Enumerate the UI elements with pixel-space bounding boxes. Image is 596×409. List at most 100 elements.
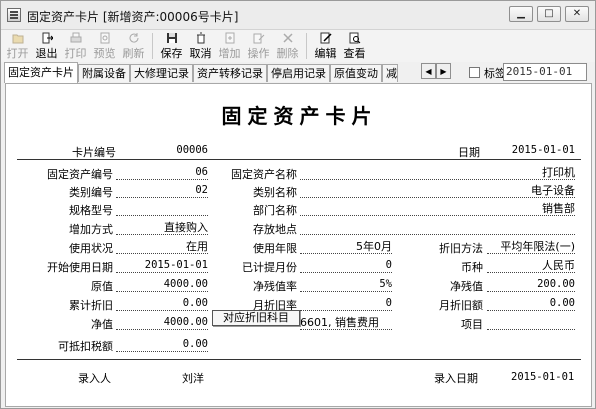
currency-label: 币种 bbox=[461, 261, 483, 274]
toolbar-separator bbox=[306, 33, 307, 59]
category-code-field[interactable]: 02 bbox=[116, 184, 208, 198]
tab-scroll-right-button[interactable]: ▶ bbox=[436, 63, 451, 79]
tab-value-change[interactable]: 原值变动 bbox=[330, 64, 382, 82]
dep-subject-field[interactable]: 6601, 销售费用 bbox=[300, 316, 392, 330]
operate-button[interactable]: 操作 bbox=[244, 30, 273, 62]
tab-row: 固定资产卡片 附属设备 大修理记录 资产转移记录 停启用记录 原值变动 减 ◀ … bbox=[1, 62, 595, 83]
tab-accessory[interactable]: 附属设备 bbox=[78, 64, 130, 82]
project-field[interactable] bbox=[487, 316, 575, 330]
currency-field[interactable]: 人民币 bbox=[487, 259, 575, 273]
exit-icon bbox=[41, 32, 53, 44]
spec-label: 规格型号 bbox=[69, 204, 113, 217]
add-method-label: 增加方式 bbox=[69, 223, 113, 236]
save-icon bbox=[166, 32, 178, 44]
print-button[interactable]: 打印 bbox=[61, 30, 90, 62]
tag-checkbox[interactable] bbox=[469, 67, 480, 78]
delete-button[interactable]: 删除 bbox=[273, 30, 302, 62]
salvage-label: 净残值 bbox=[450, 280, 483, 293]
category-name-field[interactable]: 电子设备 bbox=[300, 184, 575, 198]
cancel-icon bbox=[195, 32, 207, 44]
asset-name-field[interactable]: 打印机 bbox=[300, 166, 575, 180]
refresh-button[interactable]: 刷新 bbox=[119, 30, 148, 62]
entered-by-label: 录入人 bbox=[78, 372, 111, 385]
toolbar-separator bbox=[152, 33, 153, 59]
card-no-value: 00006 bbox=[176, 144, 208, 156]
window-controls: ▁ □ ✕ bbox=[509, 6, 589, 22]
open-button[interactable]: 打开 bbox=[3, 30, 32, 62]
dep-subject-tooltip: 对应折旧科目 bbox=[212, 310, 300, 326]
add-method-field[interactable]: 直接购入 bbox=[116, 221, 208, 235]
spec-field[interactable] bbox=[116, 202, 208, 216]
card-no-label: 卡片编号 bbox=[72, 146, 116, 159]
tag-label: 标签 bbox=[469, 65, 506, 81]
preview-button[interactable]: 预览 bbox=[90, 30, 119, 62]
location-field[interactable] bbox=[300, 221, 575, 235]
edit-button[interactable]: 编辑 bbox=[311, 30, 340, 62]
maximize-button[interactable]: □ bbox=[537, 6, 561, 22]
asset-card: 固定资产卡片 卡片编号 00006 日期 2015-01-01 固定资产编号 类… bbox=[5, 83, 592, 407]
exit-button[interactable]: 退出 bbox=[32, 30, 61, 62]
tab-transfer[interactable]: 资产转移记录 bbox=[193, 64, 267, 82]
monthly-rate-field[interactable]: 0 bbox=[300, 297, 392, 311]
dep-method-field[interactable]: 平均年限法(一) bbox=[487, 240, 575, 254]
tax-label: 可抵扣税额 bbox=[58, 340, 113, 353]
entry-date-label: 录入日期 bbox=[434, 372, 478, 385]
status-field[interactable]: 在用 bbox=[116, 240, 208, 254]
close-icon: ✕ bbox=[572, 8, 582, 19]
minimize-button[interactable]: ▁ bbox=[509, 6, 533, 22]
dept-field[interactable]: 销售部 bbox=[300, 202, 575, 216]
footer-divider bbox=[17, 359, 581, 360]
project-label: 项目 bbox=[461, 318, 483, 331]
entry-date-value: 2015-01-01 bbox=[511, 371, 575, 383]
asset-name-label: 固定资产名称 bbox=[231, 168, 297, 181]
start-date-label: 开始使用日期 bbox=[47, 261, 113, 274]
months-label: 已计提月份 bbox=[242, 261, 297, 274]
asset-code-label: 固定资产编号 bbox=[47, 168, 113, 181]
months-field[interactable]: 0 bbox=[300, 259, 392, 273]
net-field[interactable]: 4000.00 bbox=[116, 316, 208, 330]
salvage-rate-field[interactable]: 5% bbox=[300, 278, 392, 292]
category-code-label: 类别编号 bbox=[69, 186, 113, 199]
asset-card-window: 固定资产卡片 [新增资产:00006号卡片] ▁ □ ✕ 打开 退出 打印 预览… bbox=[0, 0, 596, 409]
tab-scroll-left-button[interactable]: ◀ bbox=[421, 63, 436, 79]
add-button[interactable]: 增加 bbox=[215, 30, 244, 62]
add-icon bbox=[224, 32, 236, 44]
orig-field[interactable]: 4000.00 bbox=[116, 278, 208, 292]
salvage-field[interactable]: 200.00 bbox=[487, 278, 575, 292]
edit-icon bbox=[320, 32, 332, 44]
start-date-field[interactable]: 2015-01-01 bbox=[116, 259, 208, 273]
monthly-amt-field[interactable]: 0.00 bbox=[487, 297, 575, 311]
acc-dep-field[interactable]: 0.00 bbox=[116, 297, 208, 311]
minimize-icon: ▁ bbox=[517, 8, 525, 19]
acc-dep-label: 累计折旧 bbox=[69, 299, 113, 312]
location-label: 存放地点 bbox=[253, 223, 297, 236]
card-title: 固定资产卡片 bbox=[221, 104, 378, 128]
header-divider bbox=[17, 159, 581, 160]
window-title: 固定资产卡片 [新增资产:00006号卡片] bbox=[27, 10, 239, 24]
tab-asset-card[interactable]: 固定资产卡片 bbox=[4, 62, 78, 83]
tab-reduce[interactable]: 减 bbox=[382, 64, 398, 82]
title-bar: 固定资产卡片 [新增资产:00006号卡片] ▁ □ ✕ bbox=[1, 1, 595, 30]
tag-date-input[interactable]: 2015-01-01 bbox=[503, 63, 587, 81]
cancel-button[interactable]: 取消 bbox=[186, 30, 215, 62]
entered-by-value: 刘洋 bbox=[182, 372, 204, 385]
asset-code-field[interactable]: 06 bbox=[116, 166, 208, 180]
app-icon bbox=[7, 8, 21, 22]
maximize-icon: □ bbox=[544, 8, 554, 19]
arrow-right-icon: ▶ bbox=[440, 66, 447, 76]
orig-label: 原值 bbox=[91, 280, 113, 293]
view-button[interactable]: 查看 bbox=[340, 30, 369, 62]
tab-start-stop[interactable]: 停启用记录 bbox=[267, 64, 330, 82]
life-field[interactable]: 5年0月 bbox=[300, 240, 392, 254]
close-button[interactable]: ✕ bbox=[565, 6, 589, 22]
preview-icon bbox=[99, 32, 111, 44]
tax-field[interactable]: 0.00 bbox=[116, 338, 208, 352]
arrow-left-icon: ◀ bbox=[425, 66, 432, 76]
open-icon bbox=[12, 32, 24, 44]
status-label: 使用状况 bbox=[69, 242, 113, 255]
tab-overhaul[interactable]: 大修理记录 bbox=[130, 64, 193, 82]
refresh-icon bbox=[128, 32, 140, 44]
toolbar: 打开 退出 打印 预览 刷新 保存 取消 增加 操作 删除 编辑 查看 bbox=[1, 30, 595, 62]
dept-label: 部门名称 bbox=[253, 204, 297, 217]
save-button[interactable]: 保存 bbox=[157, 30, 186, 62]
